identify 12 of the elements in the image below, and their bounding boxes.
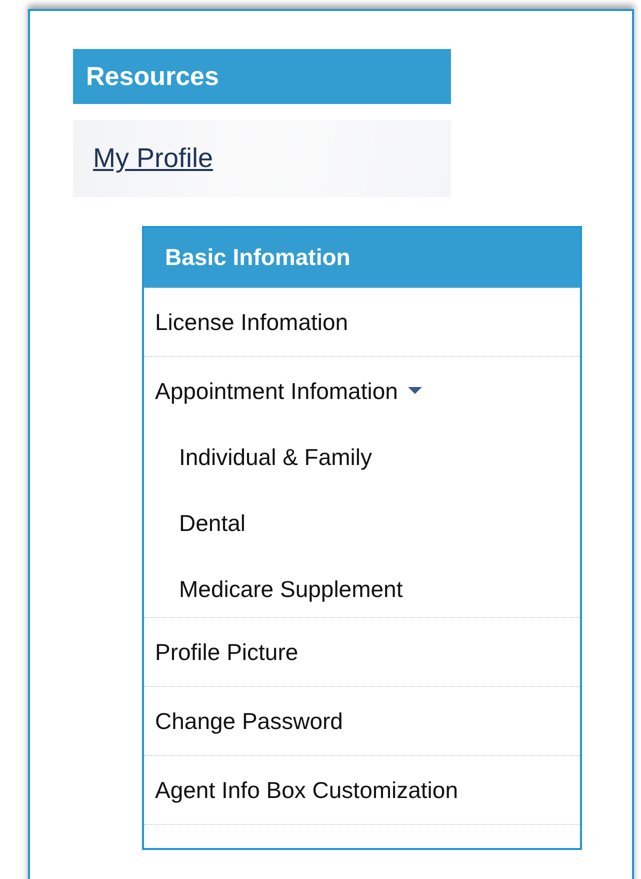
my-profile-link[interactable]: My Profile bbox=[93, 143, 214, 174]
submenu-item[interactable]: Individual & Family bbox=[179, 443, 580, 471]
menu-item[interactable]: Profile Picture bbox=[155, 638, 298, 666]
caret-icon[interactable] bbox=[408, 387, 422, 395]
section-header: Resources bbox=[73, 49, 451, 104]
submenu-item[interactable]: Dental bbox=[179, 509, 580, 537]
submenu-item[interactable]: Medicare Supplement bbox=[179, 575, 580, 603]
menu-item[interactable]: Change Password bbox=[155, 707, 343, 735]
menu-header: Basic Infomation bbox=[144, 228, 580, 288]
menu-item[interactable]: Appointment Infomation bbox=[155, 377, 398, 405]
menu-item[interactable]: Agent Info Box Customization bbox=[155, 776, 458, 804]
menu-item[interactable]: License Infomation bbox=[155, 308, 348, 336]
